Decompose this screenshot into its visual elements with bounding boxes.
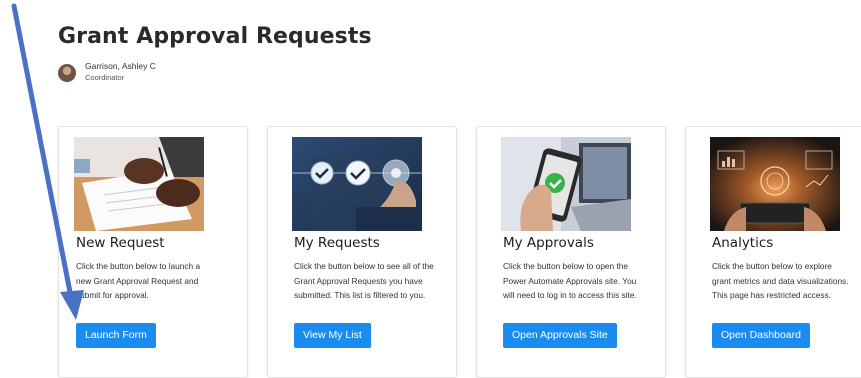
checkmarks-touch-illustration (292, 137, 422, 231)
card-title: My Requests (294, 235, 380, 251)
avatar[interactable] (58, 64, 76, 82)
open-approvals-site-button[interactable]: Open Approvals Site (503, 323, 617, 348)
card-my-requests: My Requests Click the button below to se… (267, 126, 457, 378)
open-dashboard-button[interactable]: Open Dashboard (712, 323, 810, 348)
card-title: New Request (76, 235, 165, 251)
signing-document-illustration (74, 137, 204, 231)
phone-checkmark-illustration (501, 137, 631, 231)
author-role: Coordinator (85, 73, 125, 82)
view-my-list-button[interactable]: View My List (294, 323, 371, 348)
card-analytics: Analytics Click the button below to expl… (685, 126, 861, 378)
data-dashboard-image (710, 137, 840, 231)
data-dashboard-illustration (710, 137, 840, 231)
signing-document-image (74, 137, 204, 231)
author-name[interactable]: Garrison, Ashley C (85, 61, 156, 72)
card-description: Click the button below to launch a new G… (76, 261, 201, 300)
card-description: Click the button below to see all of the… (294, 261, 434, 300)
card-new-request: New Request Click the button below to la… (58, 126, 248, 378)
author-byline: Garrison, Ashley C Coordinator (58, 60, 156, 84)
card-my-approvals: My Approvals Click the button below to o… (476, 126, 666, 378)
page-title: Grant Approval Requests (58, 24, 372, 49)
phone-checkmark-image (501, 137, 631, 231)
card-title: My Approvals (503, 235, 594, 251)
card-title: Analytics (712, 235, 774, 251)
launch-form-button[interactable]: Launch Form (76, 323, 156, 348)
card-description: Click the button below to explore grant … (712, 261, 849, 300)
card-description: Click the button below to open the Power… (503, 261, 637, 300)
checkmarks-touch-image (292, 137, 422, 231)
